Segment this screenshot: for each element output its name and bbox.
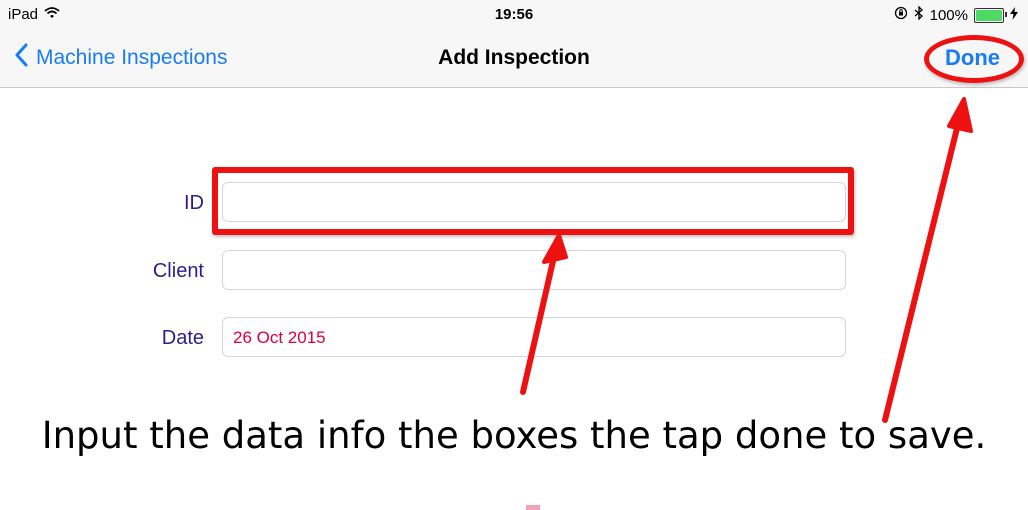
arrow-to-done-button (882, 97, 973, 423)
pink-mark (526, 505, 540, 510)
arrow-to-id-field (520, 233, 568, 395)
instruction-text: Input the data info the boxes the tap do… (41, 414, 987, 457)
